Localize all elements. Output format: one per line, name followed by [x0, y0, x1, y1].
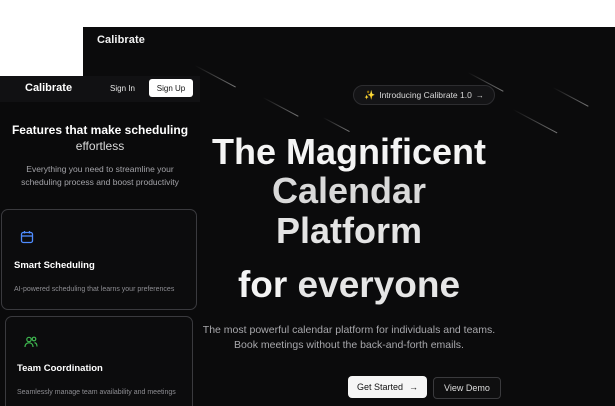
arrow-right-icon: → — [475, 90, 484, 100]
hero-word-for: for — [237, 264, 288, 305]
arrow-right-icon: → — [409, 382, 419, 392]
view-demo-button[interactable]: View Demo — [433, 377, 501, 399]
sign-in-link[interactable]: Sign In — [110, 84, 135, 93]
users-icon — [24, 335, 38, 349]
logo[interactable]: Calibrate — [97, 34, 145, 46]
intro-announcement-pill[interactable]: ✨ Introducing Calibrate 1.0 → — [353, 85, 495, 105]
mobile-logo[interactable]: Calibrate — [25, 82, 72, 94]
sign-up-button[interactable]: Sign Up — [149, 79, 193, 97]
top-navbar: Calibrate — [83, 27, 615, 55]
mobile-header: Calibrate Sign In Sign Up — [0, 76, 200, 102]
feature-card[interactable]: Smart Scheduling AI-powered scheduling t… — [1, 209, 197, 310]
features-description-line-1: Everything you need to streamline your — [26, 164, 174, 174]
meteor-streak — [552, 87, 589, 107]
features-title-line-1: Features that make scheduling — [11, 123, 189, 137]
calendar-icon — [20, 230, 34, 244]
meteor-streak — [512, 109, 558, 134]
features-title-line-2: effortless — [75, 139, 125, 153]
feature-card-title: Team Coordination — [17, 363, 103, 374]
feature-card-description: AI-powered scheduling that learns your p… — [14, 286, 175, 293]
mobile-preview: Calibrate Sign In Sign Up Features that … — [0, 76, 200, 406]
meteor-streak — [194, 65, 236, 88]
get-started-label: Get Started — [357, 382, 404, 392]
feature-card-title: Smart Scheduling — [14, 260, 95, 271]
features-description-line-2: scheduling process and boost productivit… — [21, 177, 179, 187]
feature-card-description: Seamlessly manage team availability and … — [17, 389, 176, 396]
sparkle-icon: ✨ — [364, 89, 376, 100]
meteor-streak — [262, 97, 299, 117]
intro-pill-label: Introducing Calibrate 1.0 — [379, 90, 472, 100]
get-started-button[interactable]: Get Started → — [348, 376, 428, 398]
feature-card[interactable]: Team Coordination Seamlessly manage team… — [5, 316, 193, 406]
meteor-streak — [322, 117, 350, 133]
hero-word-everyone: everyone — [297, 264, 461, 305]
